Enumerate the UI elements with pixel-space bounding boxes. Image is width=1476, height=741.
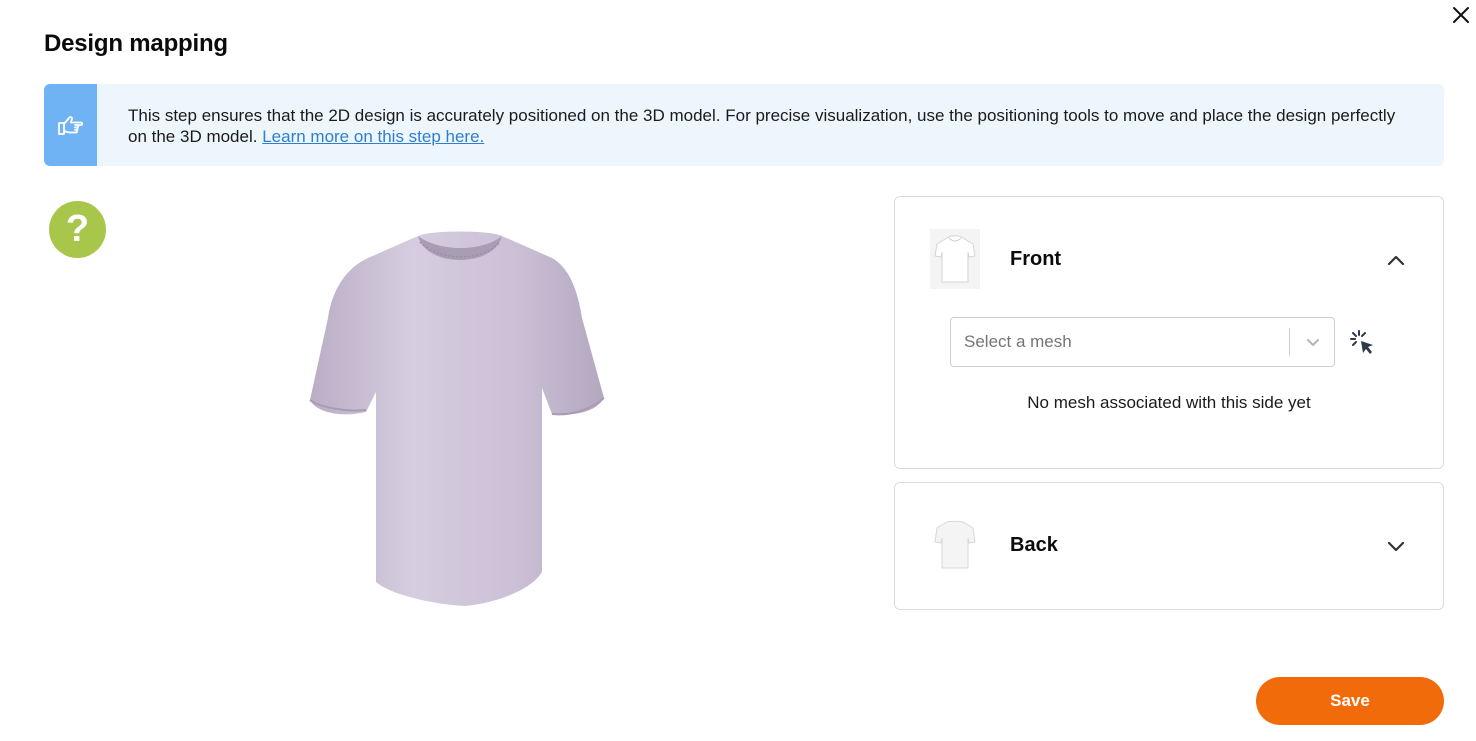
help-button[interactable]: ? (49, 201, 106, 258)
side-front-card: Front Select a mesh No mesh associated w… (894, 196, 1444, 469)
mesh-select[interactable]: Select a mesh (950, 317, 1335, 367)
back-thumbnail (930, 515, 980, 575)
hand-pointing-icon (57, 116, 83, 135)
close-icon[interactable] (1448, 2, 1474, 28)
select-divider (1289, 328, 1290, 356)
dialog-title: Design mapping (44, 30, 228, 57)
info-banner: This step ensures that the 2D design is … (44, 84, 1444, 166)
side-label-front: Front (1010, 248, 1062, 270)
chevron-down-icon[interactable] (1383, 533, 1409, 559)
info-accent (44, 84, 97, 166)
no-mesh-message: No mesh associated with this side yet (1027, 393, 1311, 412)
mesh-select-placeholder: Select a mesh (964, 332, 1072, 351)
side-back-card: Back (894, 482, 1444, 610)
tshirt-body (310, 231, 604, 606)
learn-more-link[interactable]: Learn more on this step here. (262, 127, 484, 146)
chevron-up-icon[interactable] (1383, 247, 1409, 273)
front-thumbnail (930, 229, 980, 289)
mesh-picker-icon[interactable] (1349, 329, 1377, 357)
3d-model-viewer[interactable] (290, 222, 630, 622)
save-button[interactable]: Save (1256, 677, 1444, 725)
chevron-down-icon[interactable] (1301, 330, 1325, 354)
info-message: This step ensures that the 2D design is … (128, 105, 1418, 147)
side-label-back: Back (1010, 534, 1058, 556)
